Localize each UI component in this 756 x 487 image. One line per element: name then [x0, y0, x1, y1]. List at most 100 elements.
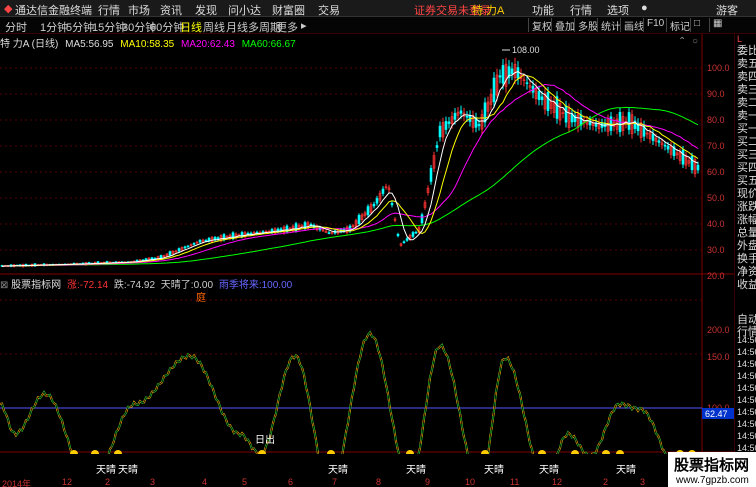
- ind-rain-label: 雨季将来:: [218, 280, 262, 291]
- tool-multi-stock[interactable]: 多股: [574, 18, 598, 33]
- price-tick-50: 50.0: [707, 193, 725, 203]
- menu-item-market2[interactable]: 市场: [128, 2, 150, 18]
- ind-rise-label: 涨:: [66, 280, 80, 291]
- tool-overlay[interactable]: 叠加: [551, 18, 575, 33]
- period-toolbar: 分时 1分钟 5分钟 15分钟 30分钟 60分钟 日线 周线 月线 多周期 更…: [0, 17, 756, 34]
- price-tick-40: 40.0: [707, 219, 725, 229]
- menu-item-market[interactable]: 行情: [98, 2, 120, 18]
- x-label-10: 10: [465, 477, 476, 487]
- tool-draw[interactable]: 画线: [620, 18, 644, 33]
- tool-f10[interactable]: F10: [643, 18, 664, 32]
- stock-label: 特 力A: [472, 5, 505, 17]
- period-tab-more[interactable]: 更多: [276, 19, 298, 35]
- ma60-line: [1, 106, 699, 267]
- current-value: 62.47: [705, 409, 728, 419]
- x-label-4: 4: [202, 477, 208, 487]
- x-label-7: 7: [332, 477, 338, 487]
- price-tick-60: 60.0: [707, 167, 725, 177]
- sun-icon: [406, 450, 414, 454]
- indicator-name[interactable]: 股票指标网: [11, 280, 61, 291]
- ind-tick-150: 150.0: [707, 352, 730, 362]
- ma10-line: [1, 74, 699, 267]
- menu-item-func[interactable]: 功能: [532, 2, 554, 18]
- high-marker-label: 108.00: [512, 45, 540, 55]
- ind-rain-value: 100.00: [261, 280, 293, 291]
- sidebar-lower-item-8: 14:50: [737, 407, 756, 417]
- period-tab-monthly[interactable]: 月线: [226, 19, 248, 35]
- period-tab-daily[interactable]: 日线: [180, 19, 202, 35]
- tool-mark[interactable]: 标记: [666, 18, 690, 33]
- sidebar-lower-item-4: 14:50: [737, 359, 756, 369]
- ind-fall-label: 跌:: [113, 280, 127, 291]
- menu-item-options[interactable]: 选项: [607, 2, 629, 18]
- app-logo-icon: ◆: [4, 3, 13, 15]
- menu-item-trade[interactable]: 交易: [318, 2, 340, 18]
- price-tick-100: 100.0: [707, 63, 730, 73]
- ind-sunny-value: 0.00: [193, 280, 214, 291]
- annotation-sunny-3: 天晴: [328, 465, 348, 476]
- tool-stats[interactable]: 统计: [597, 18, 621, 33]
- sidebar-lower-item-2: 14:50: [737, 335, 756, 345]
- x-label-0: 2014年: [2, 479, 32, 487]
- indicator-legend: ⊠ 股票指标网 涨:-72.14 跌:-74.92 天晴了:0.00 雨季将来:…: [0, 276, 293, 291]
- period-tab-5min[interactable]: 5分钟: [66, 19, 94, 35]
- price-tick-90: 90.0: [707, 89, 725, 99]
- menu-item-discover[interactable]: 发现: [195, 2, 217, 18]
- chart-marker: 庭: [196, 291, 206, 304]
- price-tick-30: 30.0: [707, 245, 725, 255]
- tool-grid-icon[interactable]: ▦: [709, 18, 722, 32]
- x-label-3: 3: [150, 477, 156, 487]
- indicator-close-icon[interactable]: ⊠: [0, 280, 8, 291]
- more-chevron-icon[interactable]: ▸: [301, 19, 307, 32]
- ind-rise-value: -72.14: [79, 280, 109, 291]
- sun-icon: [571, 450, 579, 454]
- sidebar-lower-item-5: 14:50: [737, 371, 756, 381]
- annotation-sunny-2: 天晴: [118, 465, 138, 476]
- watermark-logo: 股票指标网 www.7gpzb.com: [668, 452, 756, 487]
- guest-label[interactable]: 游客: [716, 2, 738, 18]
- sun-icon: [616, 450, 624, 454]
- annotation-sunny-6: 天晴: [539, 465, 559, 476]
- x-label-11: 11: [510, 477, 520, 487]
- sidebar-lower-item-3: 14:50: [737, 347, 756, 357]
- annotation-sunny-7: 天晴: [616, 465, 636, 476]
- x-label-8: 8: [376, 477, 382, 487]
- ind-sunny-label: 天晴了:: [160, 280, 194, 291]
- user-icon[interactable]: ●: [641, 2, 648, 14]
- watermark-title: 股票指标网: [674, 457, 750, 474]
- sidebar-lower-item-9: 14:50: [737, 419, 756, 429]
- period-tab-1min[interactable]: 1分钟: [40, 19, 68, 35]
- ind-tick-200: 200.0: [707, 325, 730, 335]
- period-tab-intraday[interactable]: 分时: [5, 19, 27, 35]
- sidebar-lower-item-6: 14:50: [737, 383, 756, 393]
- sun-icon: [114, 450, 122, 454]
- menu-item-ask[interactable]: 问小达: [228, 2, 261, 18]
- price-tick-20: 20.0: [707, 271, 725, 281]
- kline-chart[interactable]: 108.00 庭 100.0 90.0 80.0 70.0 60.0 50.0 …: [0, 34, 734, 454]
- x-label-12: 12: [552, 477, 563, 487]
- menu-item-quote[interactable]: 行情: [570, 2, 592, 18]
- menu-item-wealth[interactable]: 财富圈: [272, 2, 305, 18]
- x-axis: 2014年 12 2 3 4 5 6 7 8 9 10 11 12 2 3: [0, 477, 702, 487]
- annotation-sunny-1: 天晴: [96, 465, 116, 476]
- sidebar-lower-item-10: 14:50: [737, 431, 756, 441]
- tool-restore-rights[interactable]: 复权: [528, 18, 552, 33]
- price-tick-70: 70.0: [707, 141, 725, 151]
- tool-square-icon[interactable]: □: [690, 18, 700, 32]
- oscillator-up-line: [0, 330, 701, 454]
- watermark-url: www.7gpzb.com: [676, 475, 749, 486]
- quote-sidebar: L 委比 卖五 卖四 卖三 卖二 卖一 买一 买二 买三 买四 买五 现价 涨跌 涨幅 总量 外盘 换手 净资 收益…: [734, 34, 756, 487]
- period-tab-weekly[interactable]: 周线: [203, 19, 225, 35]
- x-label-6: 6: [288, 477, 294, 487]
- x-label-9: 9: [425, 477, 431, 487]
- ma20-line: [1, 83, 699, 267]
- annotation-sunny-5: 天晴: [484, 465, 504, 476]
- oscillator-core-line: [0, 331, 701, 454]
- top-menu-bar: ◆ 通达信金融终端 行情 市场 资讯 发现 问小达 财富圈 交易 证券交易未登录…: [0, 0, 756, 17]
- sun-icon: [602, 450, 610, 454]
- x-label-5: 5: [242, 477, 248, 487]
- ind-fall-value: -74.92: [126, 280, 156, 291]
- x-label-13: 2: [603, 477, 609, 487]
- sun-icon: [91, 450, 99, 454]
- menu-item-news[interactable]: 资讯: [160, 2, 182, 18]
